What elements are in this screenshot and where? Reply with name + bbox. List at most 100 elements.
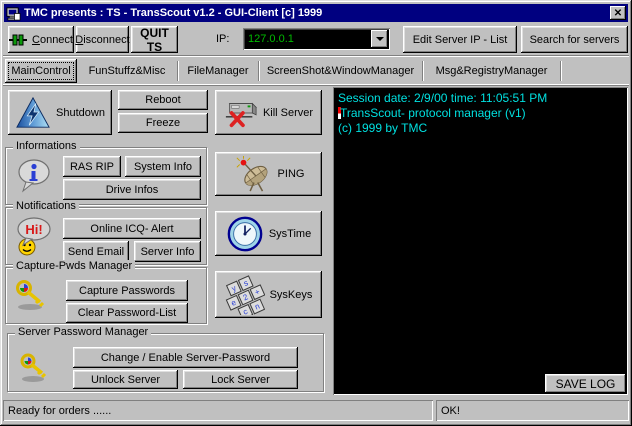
log-line: (c) 1999 by TMC xyxy=(338,121,428,135)
unlock-server-label: Unlock Server xyxy=(90,373,161,386)
syskeys-button[interactable]: ys e 2 + cn SysKeys xyxy=(215,271,322,318)
disconnect-label: Disconnect xyxy=(75,33,130,46)
connect-plug-icon xyxy=(9,34,27,46)
ras-rip-label: RAS RIP xyxy=(69,160,114,173)
lock-server-label: Lock Server xyxy=(211,373,270,386)
disconnect-button[interactable]: Disconnect xyxy=(75,26,130,53)
tab-funstuffz[interactable]: FunStuffz&Misc xyxy=(78,59,176,83)
tab-label: FunStuffz&Misc xyxy=(88,65,166,77)
clear-password-list-button[interactable]: Clear Password-List xyxy=(66,303,188,323)
statusbar-right-panel: OK! xyxy=(436,400,629,421)
ping-button[interactable]: PING xyxy=(215,152,322,196)
tab-separator xyxy=(560,61,561,81)
freeze-button[interactable]: Freeze xyxy=(118,113,208,133)
close-icon: ✕ xyxy=(613,7,623,19)
quit-label: QUIT TS xyxy=(140,25,169,54)
capture-key-icon xyxy=(14,278,48,312)
tab-screenshot-windowmanager[interactable]: ScreenShot&WindowManager xyxy=(260,59,421,83)
server-password-group: Server Password Manager Change / Enable … xyxy=(7,326,324,392)
info-balloon-icon xyxy=(16,158,52,194)
close-button[interactable]: ✕ xyxy=(610,6,626,20)
status-ok-text: OK! xyxy=(441,404,460,417)
ping-label: PING xyxy=(277,168,305,180)
log-line: TransScout- protocol manager (v1) xyxy=(338,106,526,120)
tab-filemanager[interactable]: FileManager xyxy=(179,59,257,83)
edit-server-list-label: Edit Server IP - List xyxy=(412,33,508,46)
reboot-button[interactable]: Reboot xyxy=(118,90,208,110)
send-email-label: Send Email xyxy=(67,245,125,258)
tab-separator xyxy=(258,61,259,81)
ip-input[interactable] xyxy=(243,32,371,46)
systime-button[interactable]: SysTime xyxy=(215,211,322,256)
status-text: Ready for orders ...... xyxy=(8,404,112,417)
svg-text:Hi!: Hi! xyxy=(25,222,42,237)
kill-server-icon xyxy=(224,96,258,130)
tabstrip-divider xyxy=(3,84,629,86)
log-line: Session date: 2/9/00 time: 11:05:51 PM xyxy=(338,91,548,105)
hi-smiley-icon: Hi! xyxy=(12,216,54,258)
tab-separator xyxy=(177,61,178,81)
titlebar: TMC presents : TS - TransScout v1.2 - GU… xyxy=(4,4,628,22)
informations-group-title: Informations xyxy=(13,140,80,152)
notifications-group: Notifications Hi! Online ICQ- Alert Send… xyxy=(5,200,207,265)
tab-label: FileManager xyxy=(187,65,249,77)
clock-icon xyxy=(226,215,264,253)
capture-passwords-button[interactable]: Capture Passwords xyxy=(66,280,188,301)
systime-label: SysTime xyxy=(268,227,312,240)
capture-passwords-label: Capture Passwords xyxy=(79,284,175,297)
informations-group: Informations RAS RIP System Info Drive I… xyxy=(5,140,207,205)
statusbar-left-panel: Ready for orders ...... xyxy=(3,400,433,421)
lock-server-button[interactable]: Lock Server xyxy=(183,370,298,389)
search-servers-button[interactable]: Search for servers xyxy=(521,26,628,53)
server-password-group-title: Server Password Manager xyxy=(15,326,152,338)
capture-pwds-group-title: Capture-Pwds Manager xyxy=(13,260,136,272)
ip-combobox[interactable] xyxy=(243,28,390,50)
quit-button[interactable]: QUIT TS xyxy=(131,25,178,54)
satellite-dish-icon xyxy=(233,155,273,193)
session-log[interactable]: Session date: 2/9/00 time: 11:05:51 PM T… xyxy=(333,87,628,395)
ip-label: IP: xyxy=(216,33,230,45)
change-enable-password-button[interactable]: Change / Enable Server-Password xyxy=(73,347,298,368)
online-icq-alert-button[interactable]: Online ICQ- Alert xyxy=(63,218,201,239)
shutdown-lightning-icon xyxy=(15,96,51,130)
tab-label: Msg&RegistryManager xyxy=(435,65,548,77)
notifications-group-title: Notifications xyxy=(13,200,79,212)
kill-server-label: Kill Server xyxy=(262,106,314,119)
app-window: TMC presents : TS - TransScout v1.2 - GU… xyxy=(0,0,632,426)
server-info-button[interactable]: Server Info xyxy=(134,241,201,262)
connect-label: Connect xyxy=(32,33,73,46)
tab-maincontrol[interactable]: MainControl xyxy=(5,59,77,83)
search-servers-label: Search for servers xyxy=(529,33,620,46)
toolbar-divider xyxy=(3,55,629,57)
kill-server-button[interactable]: Kill Server xyxy=(215,90,322,135)
send-email-button[interactable]: Send Email xyxy=(63,241,129,262)
keyboard-keys-icon: ys e 2 + cn xyxy=(225,274,265,315)
drive-infos-label: Drive Infos xyxy=(105,183,159,196)
tab-label: ScreenShot&WindowManager xyxy=(266,65,415,77)
tab-separator xyxy=(422,61,423,81)
tab-msg-registrymanager[interactable]: Msg&RegistryManager xyxy=(424,59,559,83)
app-icon xyxy=(6,6,21,21)
capture-pwds-group: Capture-Pwds Manager Capture Passwords C… xyxy=(5,260,207,324)
save-log-button[interactable]: SAVE LOG xyxy=(545,374,626,393)
online-icq-alert-label: Online ICQ- Alert xyxy=(90,222,174,235)
server-key-icon xyxy=(18,352,52,384)
reboot-label: Reboot xyxy=(145,94,181,106)
drive-infos-button[interactable]: Drive Infos xyxy=(63,179,201,200)
shutdown-label: Shutdown xyxy=(56,106,105,119)
clear-password-list-label: Clear Password-List xyxy=(77,307,177,319)
syskeys-label: SysKeys xyxy=(269,288,313,301)
change-enable-password-label: Change / Enable Server-Password xyxy=(100,351,271,364)
ras-rip-button[interactable]: RAS RIP xyxy=(63,156,121,177)
window-title: TMC presents : TS - TransScout v1.2 - GU… xyxy=(24,7,323,19)
system-info-label: System Info xyxy=(133,160,193,173)
system-info-button[interactable]: System Info xyxy=(125,156,201,177)
freeze-label: Freeze xyxy=(145,117,181,129)
connect-button[interactable]: Connect xyxy=(8,26,74,53)
dropdown-arrow-icon[interactable] xyxy=(371,30,388,48)
tab-label: MainControl xyxy=(11,65,71,77)
edit-server-list-button[interactable]: Edit Server IP - List xyxy=(403,26,517,53)
shutdown-button[interactable]: Shutdown xyxy=(8,90,112,135)
save-log-label: SAVE LOG xyxy=(555,376,616,391)
unlock-server-button[interactable]: Unlock Server xyxy=(73,370,178,389)
